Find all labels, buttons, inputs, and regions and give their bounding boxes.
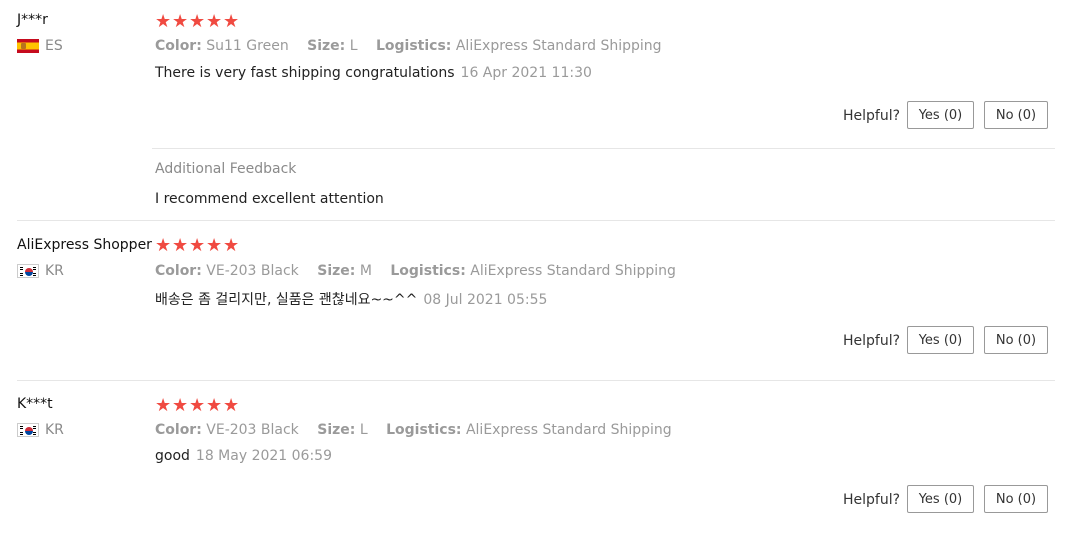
logistics-value: AliExpress Standard Shipping [465,422,672,438]
star-icon: ★ [223,235,240,256]
reviewer-info: AliExpress Shopper KR [17,237,152,279]
country-code: KR [45,422,64,438]
logistics-label: Logistics: [390,263,466,279]
star-icon: ★ [223,395,240,416]
helpful-no-button[interactable]: No (0) [984,101,1048,129]
reviewer-country: KR [17,263,64,279]
size-value: L [359,422,368,438]
helpful-yes-button[interactable]: Yes (0) [907,101,974,129]
review-body: 배송은 좀 걸리지만, 실품은 괜찮네요~~^^ [155,292,418,308]
logistics-label: Logistics: [386,422,462,438]
review-date: 16 Apr 2021 11:30 [460,65,592,81]
color-label: Color: [155,422,202,438]
size-label: Size: [307,38,346,54]
review-divider [17,380,1055,381]
additional-feedback-text: I recommend excellent attention [155,191,384,207]
country-code: ES [45,38,63,54]
logistics-value: AliExpress Standard Shipping [470,263,676,279]
helpful-label: Helpful? [843,108,901,124]
review-date: 08 Jul 2021 05:55 [423,292,548,308]
review-text: 배송은 좀 걸리지만, 실품은 괜찮네요~~^^ 08 Jul 2021 05:5… [155,289,547,309]
additional-feedback-title: Additional Feedback [155,161,297,177]
reviewer-info: K***t KR [17,396,64,438]
star-icon: ★ [155,395,172,416]
review-date: 18 May 2021 06:59 [195,448,332,464]
star-icon: ★ [155,11,172,32]
size-label: Size: [317,422,356,438]
reviewer-country: KR [17,422,64,438]
size-label: Size: [317,263,356,279]
reviewer-name: AliExpress Shopper [17,237,152,253]
reviewer-name: J***r [17,12,48,28]
reviewer-country: ES [17,38,63,54]
reviewer-info: J***r ES [17,12,63,54]
helpful-no-button[interactable]: No (0) [984,326,1048,354]
korea-flag-icon [17,264,39,278]
review-divider [17,220,1055,221]
star-icon: ★ [206,395,223,416]
star-icon: ★ [172,11,189,32]
helpful-label: Helpful? [843,333,901,349]
star-icon: ★ [206,11,223,32]
purchase-details: Color: VE-203 Black Size: M Logistics: A… [155,263,690,279]
star-rating: ★★★★★ [155,13,240,31]
size-value: L [349,38,358,54]
purchase-details: Color: Su11 Green Size: L Logistics: Ali… [155,38,676,54]
logistics-label: Logistics: [375,38,452,54]
star-icon: ★ [189,395,206,416]
star-icon: ★ [206,235,223,256]
color-value: Su11 Green [206,38,289,54]
reviewer-name: K***t [17,396,53,412]
helpful-no-button[interactable]: No (0) [984,485,1048,513]
review-text: good 18 May 2021 06:59 [155,448,332,464]
review-body: good [155,448,190,464]
color-label: Color: [155,38,202,54]
helpful-yes-button[interactable]: Yes (0) [907,485,974,513]
spain-flag-icon [17,39,39,53]
size-value: M [359,263,372,279]
star-icon: ★ [155,235,172,256]
color-value: VE-203 Black [206,422,299,438]
purchase-details: Color: VE-203 Black Size: L Logistics: A… [155,422,686,438]
star-icon: ★ [189,235,206,256]
country-code: KR [45,263,64,279]
feedback-divider [152,148,1055,149]
star-icon: ★ [172,235,189,256]
star-rating: ★★★★★ [155,397,240,415]
star-icon: ★ [172,395,189,416]
review-text: There is very fast shipping congratulati… [155,65,592,81]
review-body: There is very fast shipping congratulati… [155,65,455,81]
korea-flag-icon [17,423,39,437]
color-value: VE-203 Black [206,263,299,279]
helpful-yes-button[interactable]: Yes (0) [907,326,974,354]
color-label: Color: [155,263,202,279]
star-icon: ★ [223,11,240,32]
logistics-value: AliExpress Standard Shipping [455,38,662,54]
star-icon: ★ [189,11,206,32]
helpful-label: Helpful? [843,492,901,508]
star-rating: ★★★★★ [155,237,240,255]
